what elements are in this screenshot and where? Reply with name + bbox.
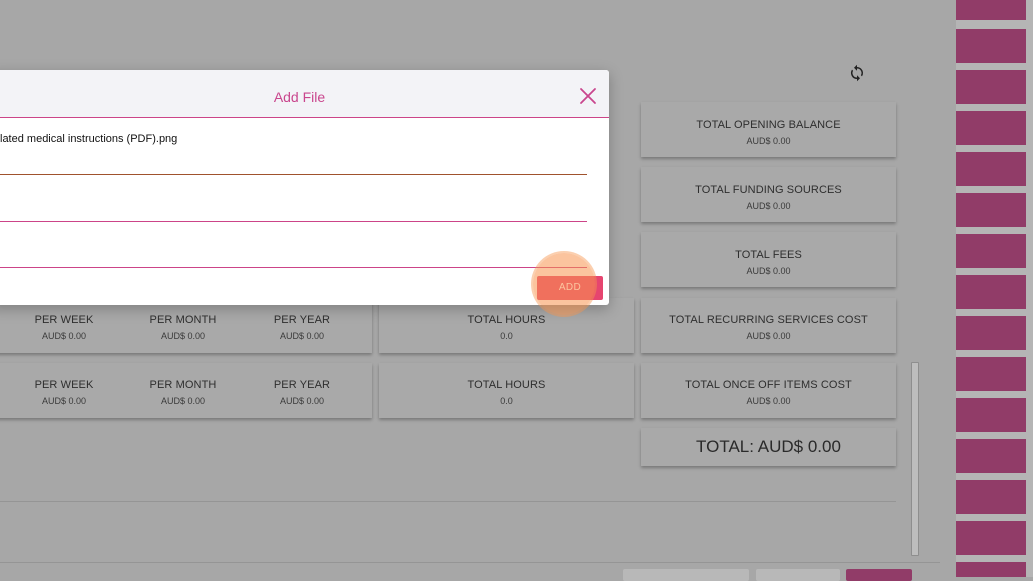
- per-year-value: AUD$ 0.00: [279, 396, 325, 406]
- divider: [0, 501, 896, 502]
- per-year-cell: PER YEAR AUD$ 0.00: [247, 379, 357, 406]
- per-month-label: PER MONTH: [149, 314, 217, 326]
- sidebar-stripe: [956, 316, 1026, 350]
- total-fees-label: TOTAL FEES: [735, 249, 802, 261]
- per-week-value: AUD$ 0.00: [41, 331, 87, 341]
- refresh-button[interactable]: [848, 64, 866, 82]
- sidebar-stripe: [956, 0, 1026, 20]
- total-funding-sources-label: TOTAL FUNDING SOURCES: [695, 184, 842, 196]
- sidebar-stripe: [956, 70, 1026, 104]
- refresh-icon: [850, 64, 864, 82]
- footer-button-1[interactable]: [623, 569, 749, 581]
- footer-button-3[interactable]: [846, 569, 912, 581]
- per-month-value: AUD$ 0.00: [160, 331, 206, 341]
- description-field-underline[interactable]: [0, 221, 587, 222]
- total-opening-balance-value: AUD$ 0.00: [746, 136, 791, 146]
- total-funding-sources-value: AUD$ 0.00: [746, 201, 791, 211]
- sidebar-stripe: [956, 152, 1026, 186]
- total-hours-card-once-off: TOTAL HOURS 0.0: [379, 363, 634, 418]
- total-recurring-services-card: TOTAL RECURRING SERVICES COST AUD$ 0.00: [641, 298, 896, 353]
- total-opening-balance-label: TOTAL OPENING BALANCE: [696, 119, 841, 131]
- per-week-cell: PER WEEK AUD$ 0.00: [9, 314, 119, 341]
- per-year-label: PER YEAR: [273, 314, 331, 326]
- total-opening-balance-card: TOTAL OPENING BALANCE AUD$ 0.00: [641, 102, 896, 157]
- total-hours-label: TOTAL HOURS: [467, 314, 546, 326]
- sidebar-stripe: [956, 193, 1026, 227]
- category-field-underline[interactable]: [0, 267, 587, 268]
- per-month-cell: PER MONTH AUD$ 0.00: [128, 379, 238, 406]
- scrollbar[interactable]: [911, 362, 919, 556]
- divider: [0, 562, 940, 563]
- sidebar-stripe: [956, 398, 1026, 432]
- total-hours-label: TOTAL HOURS: [467, 379, 546, 391]
- sidebar-stripe: [956, 111, 1026, 145]
- total-fees-card: TOTAL FEES AUD$ 0.00: [641, 232, 896, 287]
- dialog-title: Add File: [273, 89, 326, 105]
- add-file-dialog: Add File lated medical instructions (PDF…: [0, 70, 609, 305]
- per-week-label: PER WEEK: [34, 314, 94, 326]
- per-month-cell: PER MONTH AUD$ 0.00: [128, 314, 238, 341]
- footer-button-2[interactable]: [756, 569, 840, 581]
- summary-card-recurring: PER WEEK AUD$ 0.00 PER MONTH AUD$ 0.00 P…: [0, 298, 372, 353]
- total-hours-card-recurring: TOTAL HOURS 0.0: [379, 298, 634, 353]
- per-month-value: AUD$ 0.00: [160, 396, 206, 406]
- per-week-label: PER WEEK: [34, 379, 94, 391]
- per-month-label: PER MONTH: [149, 379, 217, 391]
- file-name-field-underline: [0, 174, 587, 175]
- sidebar-stripe: [956, 521, 1026, 555]
- grand-total-card: TOTAL: AUD$ 0.00: [641, 428, 896, 466]
- right-sidebar: [956, 0, 1033, 577]
- dialog-header: Add File: [0, 70, 609, 118]
- grand-total-label: TOTAL: AUD$ 0.00: [696, 437, 841, 456]
- total-recurring-services-value: AUD$ 0.00: [746, 331, 791, 341]
- total-recurring-services-label: TOTAL RECURRING SERVICES COST: [669, 314, 868, 326]
- total-fees-value: AUD$ 0.00: [746, 266, 791, 276]
- sidebar-stripe: [956, 439, 1026, 473]
- per-year-label: PER YEAR: [273, 379, 331, 391]
- total-funding-sources-card: TOTAL FUNDING SOURCES AUD$ 0.00: [641, 167, 896, 222]
- sidebar-stripe: [956, 234, 1026, 268]
- file-name-text: lated medical instructions (PDF).png: [0, 133, 178, 145]
- total-once-off-items-value: AUD$ 0.00: [746, 396, 791, 406]
- total-hours-value: 0.0: [500, 331, 513, 341]
- sidebar-stripe: [956, 275, 1026, 309]
- per-week-value: AUD$ 0.00: [41, 396, 87, 406]
- summary-card-once-off: PER WEEK AUD$ 0.00 PER MONTH AUD$ 0.00 P…: [0, 363, 372, 418]
- per-year-value: AUD$ 0.00: [279, 331, 325, 341]
- sidebar-stripe: [956, 357, 1026, 391]
- close-icon: [580, 88, 596, 104]
- sidebar-stripe: [956, 29, 1026, 63]
- total-once-off-items-label: TOTAL ONCE OFF ITEMS COST: [685, 379, 852, 391]
- add-button[interactable]: ADD: [537, 276, 603, 300]
- total-once-off-items-card: TOTAL ONCE OFF ITEMS COST AUD$ 0.00: [641, 363, 896, 418]
- total-hours-value: 0.0: [500, 396, 513, 406]
- per-week-cell: PER WEEK AUD$ 0.00: [9, 379, 119, 406]
- sidebar-stripe: [956, 562, 1026, 577]
- per-year-cell: PER YEAR AUD$ 0.00: [247, 314, 357, 341]
- close-button[interactable]: [578, 86, 598, 106]
- sidebar-stripe: [956, 480, 1026, 514]
